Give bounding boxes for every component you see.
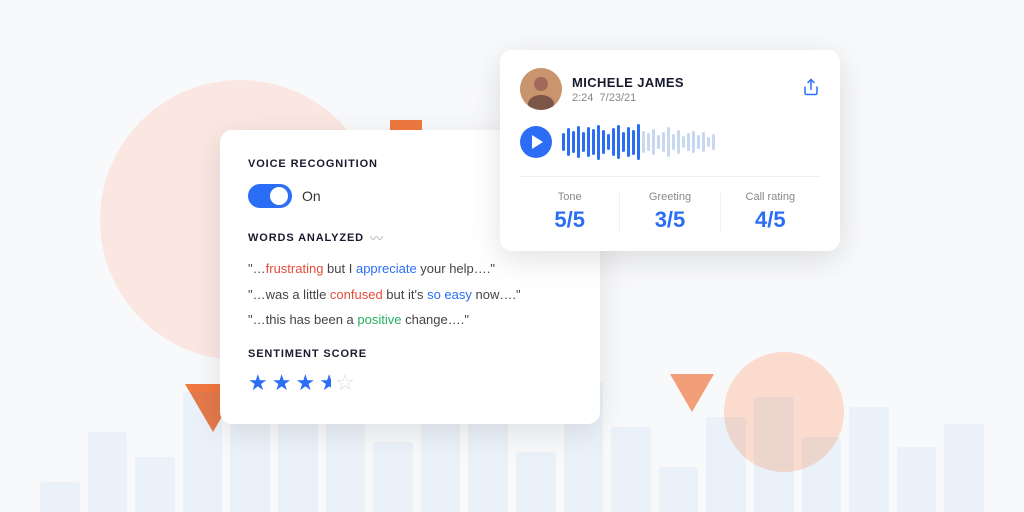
quote-1-prefix: "… <box>248 261 266 276</box>
quote-2-word-confused: confused <box>330 287 383 302</box>
bg-bar <box>88 432 128 512</box>
sentiment-title: SENTIMENT SCORE <box>248 348 572 360</box>
metric-tone-label: Tone <box>520 191 619 203</box>
wave-bar <box>682 136 685 148</box>
quote-3-prefix: "…this has been a <box>248 312 357 327</box>
wave-bar <box>577 126 580 158</box>
wave-bar <box>707 137 710 147</box>
wave-bar <box>687 133 690 151</box>
quote-1-mid: but I <box>323 261 356 276</box>
wave-bar <box>672 134 675 150</box>
metric-greeting: Greeting 3/5 <box>620 191 720 233</box>
wave-bar <box>622 132 625 152</box>
waveform <box>562 124 820 160</box>
quote-2-prefix: "…was a little <box>248 287 330 302</box>
quote-1-word-appreciate: appreciate <box>356 261 417 276</box>
metric-greeting-value: 3/5 <box>620 207 719 233</box>
metric-tone: Tone 5/5 <box>520 191 620 233</box>
audio-player <box>520 124 820 160</box>
audio-card-header: MICHELE JAMES 2:24 7/23/21 <box>520 68 820 110</box>
stars-rating: ★ ★ ★ ★ ☆ <box>248 370 572 396</box>
bg-bar <box>659 467 699 512</box>
metric-tone-value: 5/5 <box>520 207 619 233</box>
bg-bar <box>944 424 984 512</box>
user-info: MICHELE JAMES 2:24 7/23/21 <box>520 68 684 110</box>
quote-3: "…this has been a positive change…." <box>248 310 572 330</box>
wave-bar <box>647 133 650 151</box>
quote-3-word-positive: positive <box>357 312 401 327</box>
wave-bar <box>662 132 665 152</box>
metric-call-rating: Call rating 4/5 <box>721 191 820 233</box>
quote-1: "…frustrating but I appreciate your help… <box>248 259 572 279</box>
quote-2: "…was a little confused but it's so easy… <box>248 285 572 305</box>
wave-bar <box>602 130 605 154</box>
wave-bar <box>587 127 590 157</box>
wave-bar <box>667 127 670 157</box>
wave-bar <box>572 131 575 153</box>
play-button[interactable] <box>520 126 552 158</box>
star-2: ★ <box>272 370 292 396</box>
metric-call-rating-label: Call rating <box>721 191 820 203</box>
wave-bar <box>567 128 570 156</box>
wave-bar <box>562 133 565 151</box>
wave-bar <box>712 134 715 150</box>
star-5-empty: ☆ <box>335 370 355 396</box>
wave-bar <box>607 134 610 150</box>
wave-bar <box>692 131 695 153</box>
audio-card: MICHELE JAMES 2:24 7/23/21 <box>500 50 840 251</box>
quote-2-suffix: now…." <box>472 287 521 302</box>
star-1: ★ <box>248 370 268 396</box>
wave-bar <box>597 125 600 160</box>
metrics-row: Tone 5/5 Greeting 3/5 Call rating 4/5 <box>520 176 820 233</box>
quote-1-word-frustrating: frustrating <box>266 261 324 276</box>
star-4-half: ★ <box>319 370 331 396</box>
user-details: MICHELE JAMES 2:24 7/23/21 <box>572 75 684 104</box>
bg-bar <box>135 457 175 512</box>
quote-1-suffix: your help…." <box>417 261 495 276</box>
quote-2-word-easy: so easy <box>427 287 472 302</box>
words-analyzed-title: WORDS ANALYZED <box>248 232 364 244</box>
toggle-on-label: On <box>302 188 321 204</box>
star-3: ★ <box>295 370 315 396</box>
wave-bar <box>652 129 655 155</box>
wave-bar <box>632 130 635 155</box>
toggle-knob <box>270 187 288 205</box>
user-meta: 2:24 7/23/21 <box>572 92 684 104</box>
share-icon[interactable] <box>802 78 820 101</box>
sentiment-section: SENTIMENT SCORE ★ ★ ★ ★ ☆ <box>248 348 572 396</box>
wave-bar <box>677 130 680 154</box>
bg-bar <box>183 392 223 512</box>
voice-recognition-toggle[interactable] <box>248 184 292 208</box>
wave-bar <box>582 132 585 152</box>
avatar <box>520 68 562 110</box>
cards-area: MICHELE JAMES 2:24 7/23/21 <box>220 50 840 470</box>
wave-bar <box>627 127 630 157</box>
quote-3-suffix: change…." <box>401 312 469 327</box>
metric-greeting-label: Greeting <box>620 191 719 203</box>
user-name: MICHELE JAMES <box>572 75 684 90</box>
wave-bar <box>637 124 640 160</box>
bg-bar <box>897 447 937 512</box>
sound-waves-icon: 〰 <box>370 228 383 247</box>
quote-2-mid1: but it's <box>383 287 427 302</box>
wave-bar <box>617 125 620 159</box>
bg-bar <box>40 482 80 512</box>
wave-bar <box>642 131 645 153</box>
wave-bar <box>702 132 705 152</box>
wave-bar <box>612 128 615 156</box>
bg-bar <box>849 407 889 512</box>
play-icon <box>532 135 543 149</box>
metric-call-rating-value: 4/5 <box>721 207 820 233</box>
wave-bar <box>657 135 660 149</box>
wave-bar <box>592 129 595 155</box>
wave-bar <box>697 135 700 149</box>
